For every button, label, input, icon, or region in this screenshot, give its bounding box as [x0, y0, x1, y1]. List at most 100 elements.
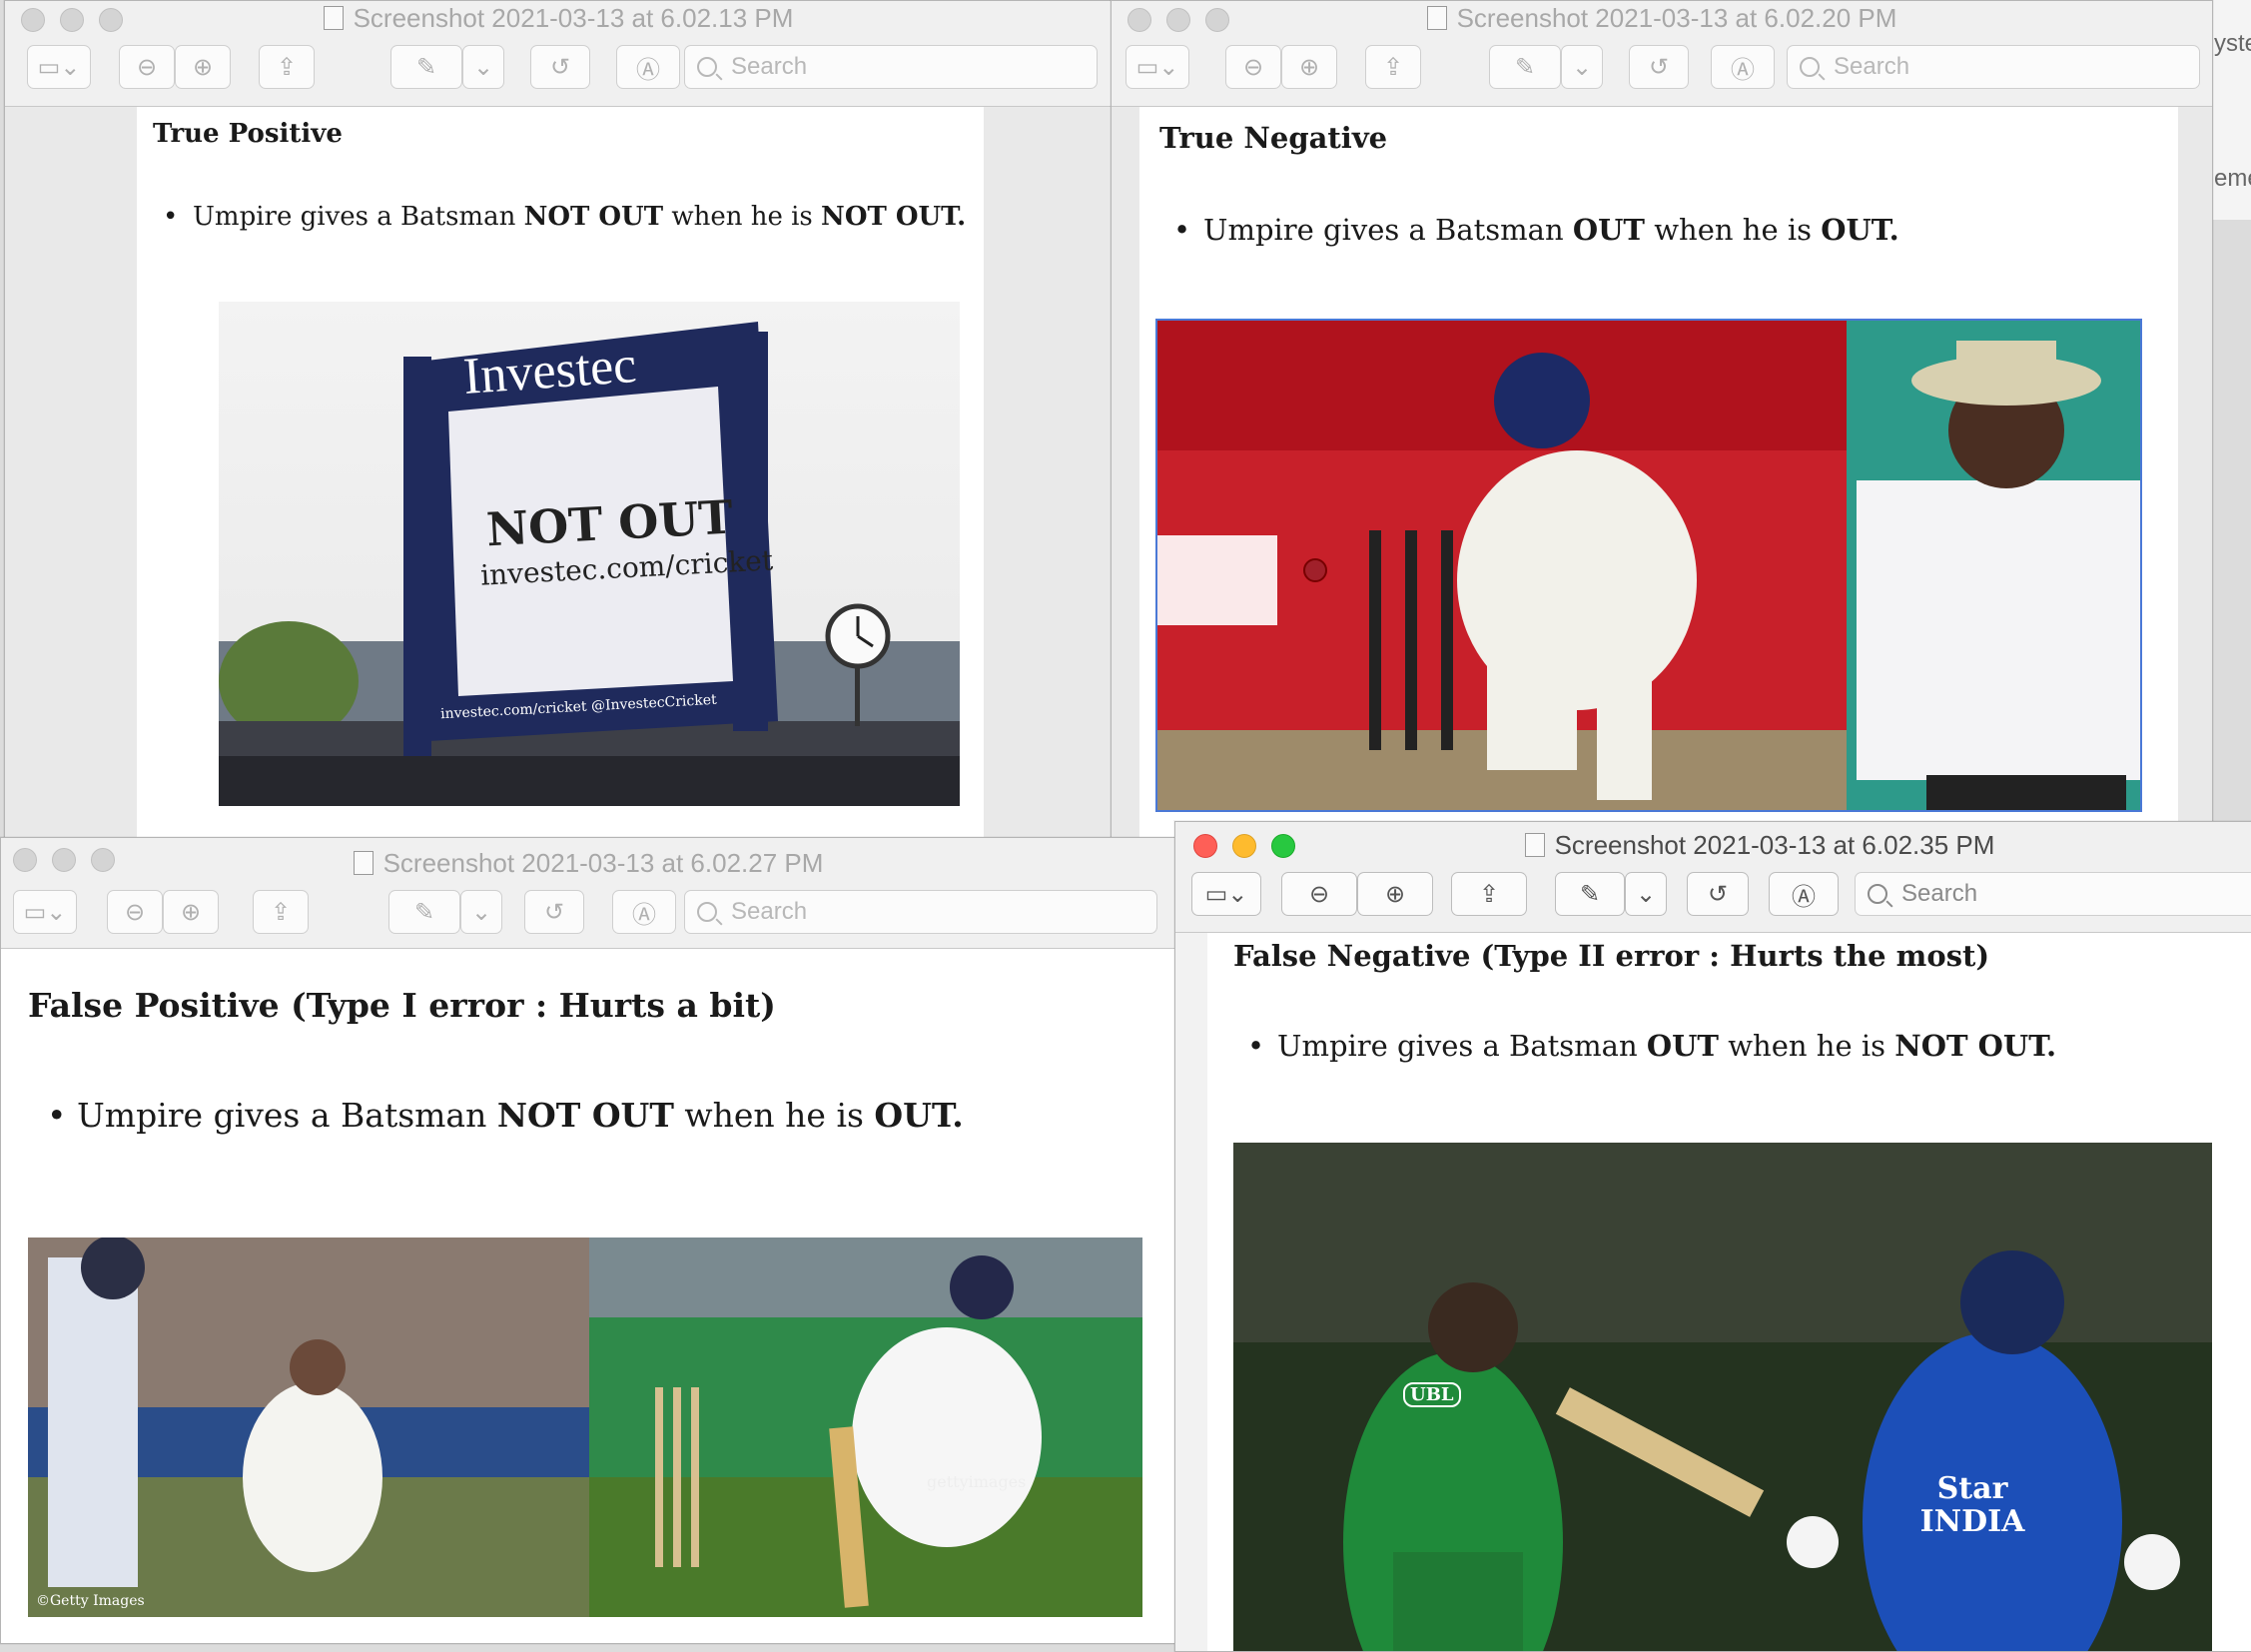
markup-button[interactable]: ✎	[1555, 872, 1625, 916]
bullet-text: Umpire gives a Batsman	[77, 1096, 497, 1135]
window-title-text: Screenshot 2021-03-13 at 6.02.35 PM	[1554, 830, 1995, 860]
markup-icon: Ⓐ	[636, 56, 660, 84]
bullet-text: Umpire gives a Batsman	[1277, 1029, 1647, 1063]
search-placeholder: Search	[731, 898, 808, 925]
section-heading: False Negative (Type II error : Hurts th…	[1233, 939, 1990, 973]
search-placeholder: Search	[1901, 880, 1978, 907]
bullet-bold-text: OUT	[1646, 1029, 1719, 1063]
bullet-bold-text: NOT OUT	[523, 202, 664, 232]
pen-icon: ✎	[415, 53, 437, 81]
share-button[interactable]: ⇪	[1451, 872, 1527, 916]
search-field[interactable]: Search	[1855, 872, 2251, 916]
zoom-out-button[interactable]: ⊖	[119, 45, 175, 89]
window-title-text: Screenshot 2021-03-13 at 6.02.20 PM	[1456, 3, 1897, 33]
markup-button[interactable]: ✎	[388, 890, 460, 934]
sidebar-icon: ▭⌄	[23, 898, 67, 926]
bullet-item: Umpire gives a Batsman NOT OUT when he i…	[47, 1096, 964, 1135]
markup-toolbar-button[interactable]: Ⓐ	[1711, 45, 1775, 89]
scoreboard-brand: Investec	[461, 337, 639, 406]
markup-button[interactable]: ✎	[390, 45, 462, 89]
zoom-out-icon: ⊖	[124, 898, 146, 926]
zoom-in-button[interactable]: ⊕	[175, 45, 231, 89]
title-bar[interactable]: Screenshot 2021-03-13 at 6.02.13 PM ▭⌄ ⊖…	[5, 1, 1112, 107]
search-field[interactable]: Search	[1787, 45, 2200, 89]
markup-toolbar-button[interactable]: Ⓐ	[612, 890, 676, 934]
rotate-icon: ↺	[543, 898, 565, 926]
background-text: eme	[2214, 165, 2251, 192]
chevron-down-icon: ⌄	[1571, 53, 1593, 81]
document-content: False Positive (Type I error : Hurts a b…	[1, 966, 1175, 1643]
bullet-bold-text: NOT OUT	[496, 1096, 674, 1135]
section-heading: False Positive (Type I error : Hurts a b…	[28, 986, 776, 1025]
bullet-item: Umpire gives a Batsman OUT when he is OU…	[1173, 213, 1899, 247]
page: False Negative (Type II error : Hurts th…	[1207, 933, 2251, 1651]
bullet-bold-text: OUT.	[1821, 213, 1899, 247]
pen-icon: ✎	[413, 898, 435, 926]
close-button[interactable]	[1193, 834, 1217, 858]
markup-icon: Ⓐ	[1731, 56, 1755, 84]
preview-window-true-positive: Screenshot 2021-03-13 at 6.02.13 PM ▭⌄ ⊖…	[4, 0, 1113, 839]
markup-toolbar-button[interactable]: Ⓐ	[1769, 872, 1839, 916]
markup-menu-button[interactable]: ⌄	[1561, 45, 1603, 89]
search-field[interactable]: Search	[684, 45, 1098, 89]
sidebar-icon: ▭⌄	[1135, 53, 1179, 81]
sidebar-button[interactable]: ▭⌄	[27, 45, 91, 89]
share-button[interactable]: ⇪	[253, 890, 309, 934]
document-content: True Negative Umpire gives a Batsman OUT…	[1112, 107, 2212, 838]
search-field[interactable]: Search	[684, 890, 1157, 934]
gettyimages-watermark: gettyimages	[927, 1472, 1027, 1491]
markup-menu-button[interactable]: ⌄	[1625, 872, 1667, 916]
title-bar[interactable]: Screenshot 2021-03-13 at 6.02.20 PM ▭⌄ ⊖…	[1112, 1, 2212, 107]
search-icon	[697, 57, 717, 77]
markup-menu-button[interactable]: ⌄	[462, 45, 504, 89]
markup-icon: Ⓐ	[632, 901, 656, 929]
sidebar-button[interactable]: ▭⌄	[1126, 45, 1189, 89]
title-bar[interactable]: Screenshot 2021-03-13 at 6.02.27 PM ▭⌄ ⊖…	[1, 838, 1175, 949]
getty-credit: ©Getty Images	[36, 1593, 145, 1609]
page: True Negative Umpire gives a Batsman OUT…	[1139, 107, 2178, 838]
rotate-button[interactable]: ↺	[1687, 872, 1749, 916]
bullet-bold-text: OUT	[1572, 213, 1645, 247]
rotate-icon: ↺	[549, 53, 571, 81]
bullet-item: Umpire gives a Batsman OUT when he is NO…	[1247, 1029, 2056, 1063]
rotate-button[interactable]: ↺	[524, 890, 584, 934]
share-button[interactable]: ⇪	[1365, 45, 1421, 89]
markup-toolbar-button[interactable]: Ⓐ	[616, 45, 680, 89]
rotate-icon: ↺	[1707, 880, 1729, 908]
window-title: Screenshot 2021-03-13 at 6.02.13 PM	[5, 3, 1112, 34]
zoom-out-button[interactable]: ⊖	[1281, 872, 1357, 916]
search-icon	[697, 902, 717, 922]
ubl-logo: UBL	[1403, 1382, 1461, 1407]
zoom-out-button[interactable]: ⊖	[107, 890, 163, 934]
chevron-down-icon: ⌄	[472, 53, 494, 81]
markup-menu-button[interactable]: ⌄	[460, 890, 502, 934]
zoom-in-button[interactable]: ⊕	[1357, 872, 1433, 916]
zoom-out-button[interactable]: ⊖	[1225, 45, 1281, 89]
zoom-in-button[interactable]: ⊕	[1281, 45, 1337, 89]
bowler-appeal-illustration	[28, 1238, 1142, 1617]
zoom-in-icon: ⊕	[1384, 880, 1406, 908]
sidebar-button[interactable]: ▭⌄	[13, 890, 77, 934]
bullet-text: Umpire gives a Batsman	[1203, 213, 1573, 247]
zoom-in-button[interactable]: ⊕	[163, 890, 219, 934]
minimize-button[interactable]	[1232, 834, 1256, 858]
document-icon	[1524, 833, 1545, 857]
zoom-in-icon: ⊕	[192, 53, 214, 81]
background-window-edge: yste eme	[2211, 0, 2251, 220]
share-button[interactable]: ⇪	[259, 45, 315, 89]
markup-button[interactable]: ✎	[1489, 45, 1561, 89]
title-bar[interactable]: Screenshot 2021-03-13 at 6.02.35 PM ▭⌄ ⊖…	[1175, 822, 2251, 933]
sidebar-icon: ▭⌄	[1204, 880, 1248, 908]
share-icon: ⇪	[270, 898, 292, 926]
sidebar-button[interactable]: ▭⌄	[1191, 872, 1261, 916]
batsman-walking-image: Star INDIA UBL	[1233, 1143, 2212, 1651]
document-content: False Negative (Type II error : Hurts th…	[1175, 933, 2251, 1651]
rotate-button[interactable]: ↺	[530, 45, 590, 89]
bullet-bold-text: OUT.	[874, 1096, 964, 1135]
batsman-bowled-image	[1155, 319, 2142, 812]
rotate-button[interactable]: ↺	[1629, 45, 1689, 89]
chevron-down-icon: ⌄	[470, 898, 492, 926]
page: True Positive Umpire gives a Batsman NOT…	[137, 107, 984, 838]
zoom-in-icon: ⊕	[180, 898, 202, 926]
batsman-bowled-illustration	[1157, 321, 2140, 810]
